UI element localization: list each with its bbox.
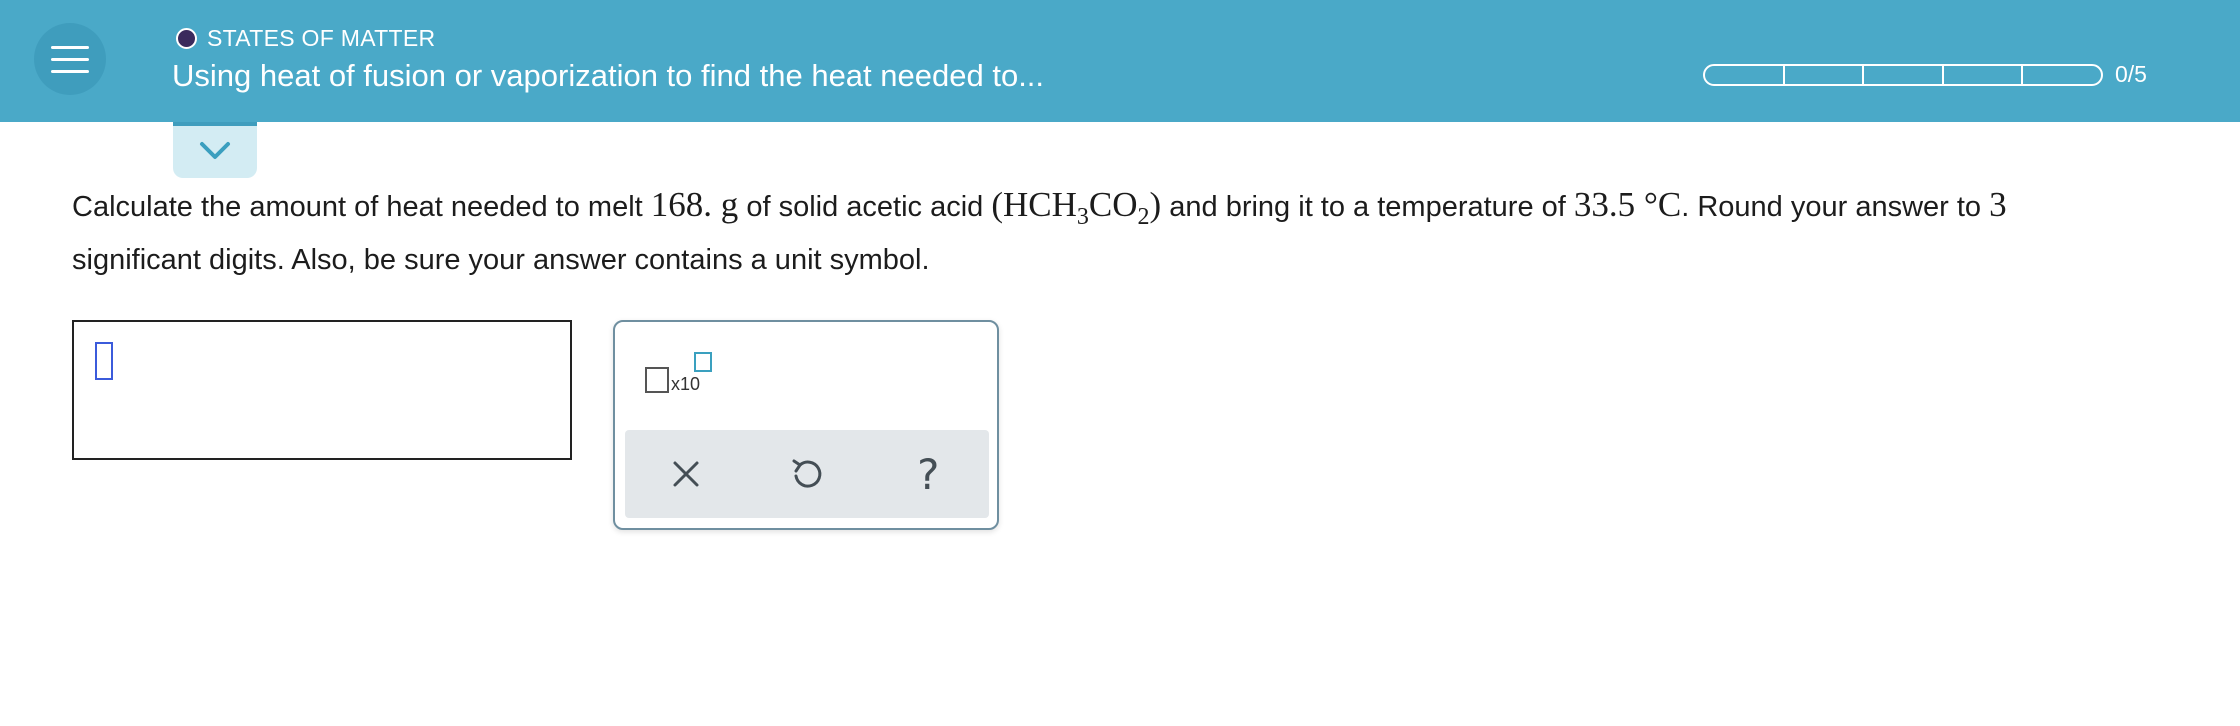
progress-segment: [2023, 66, 2101, 84]
hamburger-icon-line: [51, 46, 89, 49]
help-icon: ?: [917, 449, 940, 499]
question-text-part: and bring it to a temperature of: [1161, 191, 1574, 223]
chevron-down-icon: [200, 142, 230, 159]
collapse-header-button[interactable]: [173, 122, 257, 178]
hamburger-icon-line: [51, 70, 89, 73]
mantissa-box-icon: [645, 367, 669, 393]
top-bar: STATES OF MATTER Using heat of fusion or…: [0, 0, 2240, 122]
undo-button[interactable]: [777, 444, 837, 504]
significant-digits-value: 3: [1989, 185, 2007, 224]
progress-segment: [1705, 65, 1785, 84]
answer-input[interactable]: [72, 320, 572, 460]
hamburger-icon-line: [51, 58, 89, 61]
action-bar: ?: [625, 430, 989, 518]
question-text: Calculate the amount of heat needed to m…: [72, 178, 2222, 287]
answer-cursor-placeholder: [95, 342, 113, 380]
question-text-part: of solid acetic acid: [738, 191, 992, 223]
exponent-box-icon: [694, 352, 712, 372]
answer-tools-panel: x10 ?: [613, 320, 999, 530]
menu-button[interactable]: [34, 23, 106, 95]
lesson-title: Using heat of fusion or vaporization to …: [172, 58, 1045, 93]
question-text-part: Calculate the amount of heat needed to m…: [72, 191, 651, 223]
topic-row: STATES OF MATTER: [176, 24, 435, 52]
chemical-formula: (HCH3CO2): [991, 185, 1162, 230]
question-text-part: significant digits. Also, be sure your a…: [72, 244, 930, 276]
clear-button[interactable]: [656, 444, 716, 504]
close-icon: [673, 461, 699, 487]
question-text-part: . Round your answer to: [1681, 191, 1990, 223]
temperature-value: 33.5 °C: [1573, 185, 1682, 224]
x10-label: x10: [671, 374, 701, 394]
progress-segment: [1785, 65, 1865, 84]
progress-indicator: 0/5: [1703, 61, 2147, 88]
progress-segment: [1864, 65, 1944, 84]
mass-value: 168. g: [650, 185, 739, 224]
progress-segment: [1944, 65, 2024, 84]
undo-icon: [792, 459, 822, 488]
help-button[interactable]: ?: [898, 444, 958, 504]
progress-count: 0/5: [2115, 61, 2147, 87]
topic-label: STATES OF MATTER: [207, 24, 436, 51]
scientific-notation-button[interactable]: x10: [645, 352, 715, 402]
progress-bar: [1703, 63, 2103, 86]
topic-status-icon: [176, 27, 197, 49]
